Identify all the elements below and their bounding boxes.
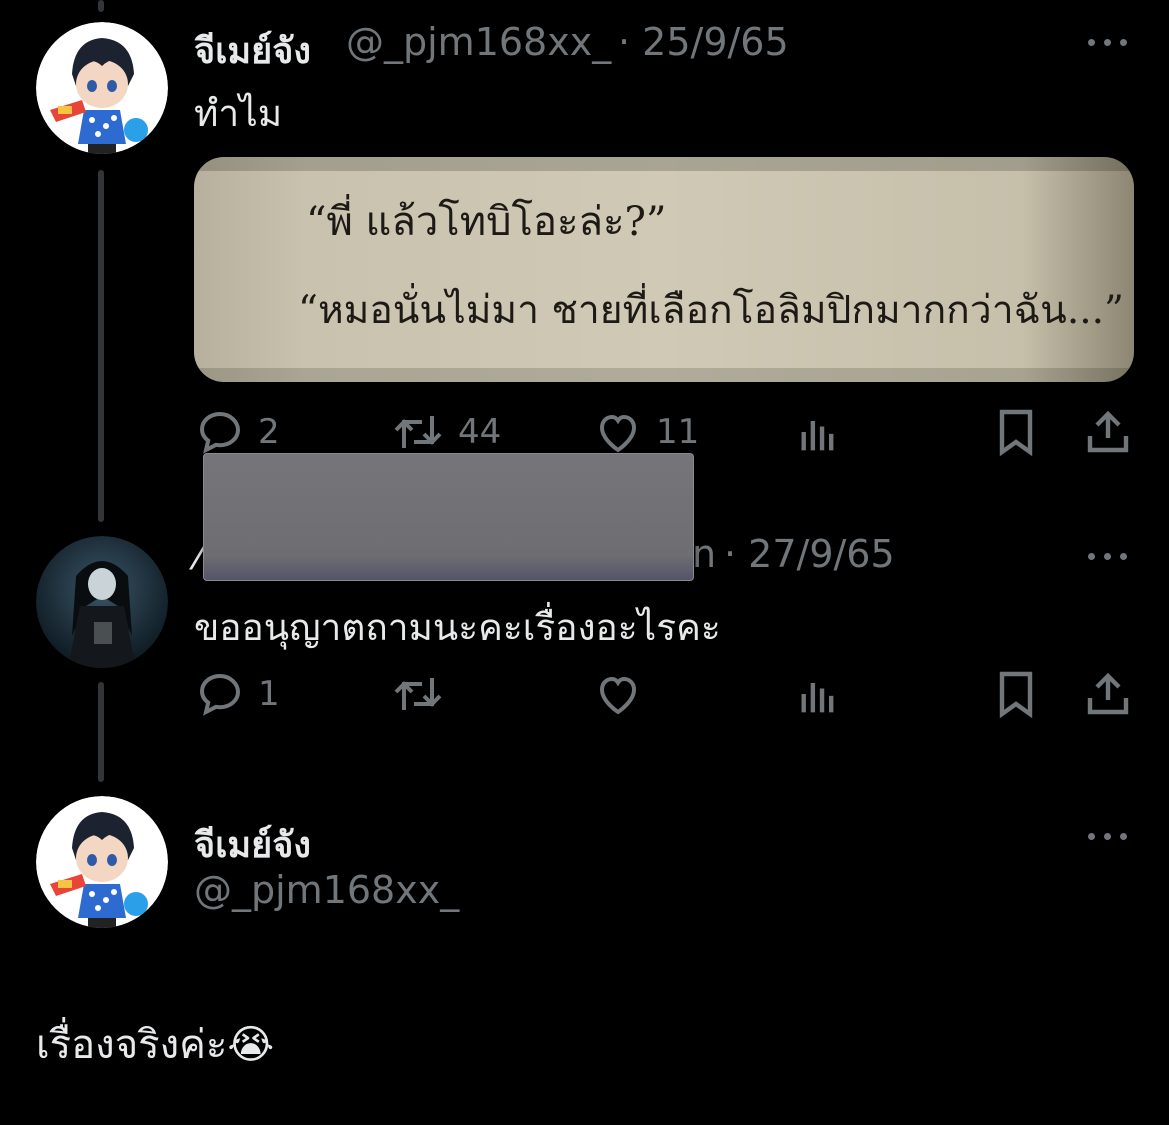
photo-text-line: “พี่ แล้วโทบิโอะล่ะ?” — [306, 199, 667, 245]
bookmark-button[interactable] — [994, 670, 1038, 718]
display-name[interactable]: จีเมย์จัง — [194, 22, 311, 79]
more-icon[interactable] — [1086, 830, 1130, 842]
photo-text-line: “หมอนั่นไม่มา ชายที่เลือกโอลิมปิกมากกว่า… — [298, 288, 1124, 333]
retweet-count: 44 — [458, 412, 502, 452]
tweet-text: ขออนุญาตถามนะคะเรื่องอะไรคะ — [194, 606, 721, 649]
handle[interactable]: @_pjm168xx_ — [346, 20, 611, 64]
bookmark-button[interactable] — [994, 408, 1038, 456]
share-icon — [1087, 410, 1129, 453]
thread-connector — [98, 682, 104, 782]
like-icon — [599, 676, 637, 715]
photo-shadow — [194, 157, 1134, 171]
bookmark-icon — [999, 671, 1033, 718]
like-count: 11 — [656, 412, 700, 452]
reply-count: 1 — [258, 674, 280, 714]
views-button[interactable] — [796, 410, 840, 454]
tweet-text: ทำไม — [194, 92, 283, 135]
like-button[interactable]: 11 — [594, 408, 699, 456]
thread-connector — [98, 170, 104, 522]
tweet-photo[interactable]: “พี่ แล้วโทบิโอะล่ะ?” “หมอนั่นไม่มา ชายท… — [194, 157, 1134, 382]
avatar[interactable] — [36, 796, 168, 928]
views-button[interactable] — [796, 672, 840, 716]
redaction-overlay — [203, 453, 694, 581]
avatar[interactable] — [36, 536, 168, 668]
display-name[interactable]: จีเมย์จัง — [194, 816, 311, 873]
display-name-partial[interactable]: ⁄ — [196, 534, 202, 578]
reply-icon — [199, 411, 241, 454]
like-button[interactable] — [594, 670, 642, 718]
like-icon — [599, 414, 637, 453]
share-button[interactable] — [1084, 670, 1132, 718]
reply-icon — [199, 673, 241, 716]
timestamp[interactable]: · 25/9/65 — [618, 20, 789, 64]
handle-partial[interactable]: n — [692, 532, 716, 576]
thread-connector — [98, 0, 104, 12]
reply-count: 2 — [258, 412, 280, 452]
more-icon[interactable] — [1086, 36, 1130, 48]
views-icon — [801, 421, 834, 451]
handle[interactable]: @_pjm168xx_ — [194, 868, 459, 912]
timestamp[interactable]: · 27/9/65 — [724, 532, 895, 576]
more-icon[interactable] — [1086, 550, 1130, 562]
retweet-icon — [394, 416, 442, 448]
avatar[interactable] — [36, 22, 168, 154]
reply-button[interactable]: 2 — [196, 408, 280, 456]
photo-shadow — [194, 368, 1134, 382]
retweet-button[interactable]: 44 — [392, 408, 501, 456]
retweet-icon — [394, 678, 442, 710]
reply-button[interactable]: 1 — [196, 670, 280, 718]
views-icon — [801, 683, 834, 713]
bookmark-icon — [999, 409, 1033, 456]
share-button[interactable] — [1084, 408, 1132, 456]
retweet-button[interactable] — [392, 670, 444, 718]
share-icon — [1087, 672, 1129, 715]
tweet-text: เรื่องจริงค่ะ😭 — [36, 1022, 275, 1068]
